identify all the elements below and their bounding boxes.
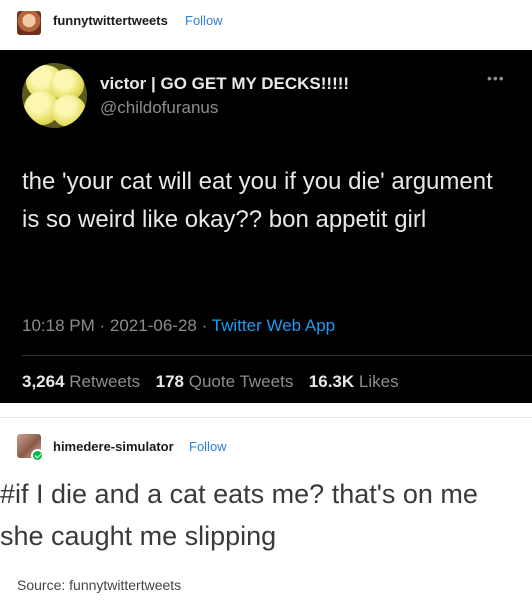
follow-button[interactable]: Follow bbox=[185, 13, 223, 28]
tweet-card: victor | GO GET MY DECKS!!!!! @childofur… bbox=[0, 50, 532, 403]
meta-separator: · bbox=[201, 316, 212, 335]
divider bbox=[0, 417, 532, 418]
meta-separator: · bbox=[99, 316, 110, 335]
reblog-username[interactable]: himedere-simulator bbox=[53, 439, 174, 454]
tweet-time: 10:18 PM bbox=[22, 316, 95, 335]
quotes-count[interactable]: 178 bbox=[156, 372, 184, 391]
tweet-source-app[interactable]: Twitter Web App bbox=[212, 316, 335, 335]
reblog-line-1: #if I die and a cat eats me? that's on m… bbox=[0, 479, 478, 509]
likes-count[interactable]: 16.3K bbox=[309, 372, 354, 391]
reblog-text: #if I die and a cat eats me? that's on m… bbox=[0, 473, 532, 557]
check-badge-icon bbox=[31, 449, 44, 462]
tweet-avatar[interactable] bbox=[22, 63, 87, 128]
retweets-count[interactable]: 3,264 bbox=[22, 372, 65, 391]
more-dots-icon[interactable]: ••• bbox=[487, 70, 505, 86]
source-link[interactable]: Source: funnytwittertweets bbox=[17, 577, 181, 593]
post-username[interactable]: funnytwittertweets bbox=[53, 13, 168, 28]
tweet-stats: 3,264 Retweets 178 Quote Tweets 16.3K Li… bbox=[22, 372, 399, 392]
likes-label[interactable]: Likes bbox=[359, 372, 399, 391]
tweet-date: 2021-06-28 bbox=[109, 316, 197, 335]
reblog-line-2: she caught me slipping bbox=[0, 521, 277, 551]
reblog-header: himedere-simulator Follow bbox=[0, 430, 532, 466]
reblog-follow-button[interactable]: Follow bbox=[189, 439, 227, 454]
quotes-label[interactable]: Quote Tweets bbox=[189, 372, 294, 391]
avatar[interactable] bbox=[17, 11, 41, 35]
post-header: funnytwittertweets Follow bbox=[0, 0, 532, 50]
tweet-handle[interactable]: @childofuranus bbox=[100, 98, 218, 118]
tweet-divider bbox=[22, 355, 532, 356]
tweet-text: the 'your cat will eat you if you die' a… bbox=[22, 168, 493, 233]
tweet-meta: 10:18 PM · 2021-06-28 · Twitter Web App bbox=[22, 316, 335, 336]
tweet-display-name[interactable]: victor | GO GET MY DECKS!!!!! bbox=[100, 74, 349, 94]
retweets-label[interactable]: Retweets bbox=[69, 372, 140, 391]
